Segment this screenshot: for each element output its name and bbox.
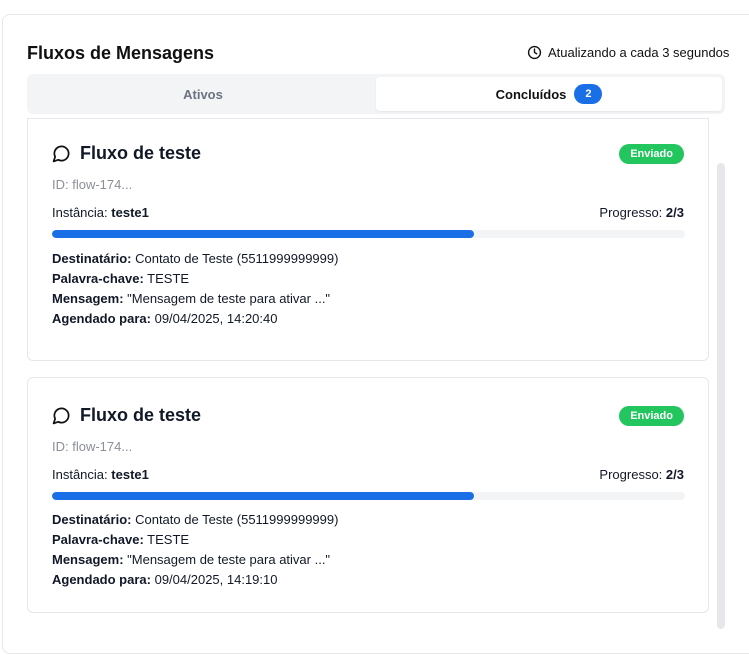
flow-card-header: Fluxo de teste Enviado (52, 405, 684, 426)
instance-value: teste1 (111, 205, 149, 220)
flow-details: Destinatário: Contato de Teste (55119999… (52, 249, 338, 329)
scheduled-label: Agendado para: (52, 572, 151, 587)
message-value: "Mensagem de teste para ativar ..." (127, 291, 331, 306)
instance-label: Instância: (52, 205, 108, 220)
flow-title: Fluxo de teste (52, 405, 201, 426)
tab-concluidos[interactable]: Concluídos 2 (376, 77, 722, 111)
keyword-label: Palavra-chave: (52, 271, 144, 286)
message-label: Mensagem: (52, 552, 124, 567)
flow-card-header: Fluxo de teste Enviado (52, 143, 684, 164)
instance-value: teste1 (111, 467, 149, 482)
instance-label: Instância: (52, 467, 108, 482)
progress-field: Progresso: 2/3 (599, 467, 684, 482)
recipient-label: Destinatário: (52, 251, 132, 266)
flow-title: Fluxo de teste (52, 143, 201, 164)
instance-progress-row: Instância: teste1 Progresso: 2/3 (52, 205, 684, 220)
refresh-text: Atualizando a cada 3 segundos (548, 45, 730, 60)
message-circle-icon (52, 407, 70, 425)
message-circle-icon (52, 145, 70, 163)
progress-label: Progresso: (599, 205, 663, 220)
flow-name: Fluxo de teste (80, 405, 202, 425)
instance-field: Instância: teste1 (52, 205, 149, 220)
progress-value: 2/3 (665, 205, 684, 220)
progress-label: Progresso: (599, 467, 663, 482)
flow-id: ID: flow-174... (52, 439, 133, 454)
message-line: Mensagem: "Mensagem de teste para ativar… (52, 550, 338, 570)
count-badge: 2 (574, 84, 603, 104)
message-label: Mensagem: (52, 291, 124, 306)
status-badge: Enviado (619, 143, 684, 164)
flow-list: Fluxo de teste Enviado ID: flow-174... I… (27, 118, 709, 628)
message-line: Mensagem: "Mensagem de teste para ativar… (52, 289, 338, 309)
flow-name: Fluxo de teste (80, 143, 202, 163)
scheduled-label: Agendado para: (52, 311, 151, 326)
flow-card: Fluxo de teste Enviado ID: flow-174... I… (27, 377, 709, 613)
keyword-line: Palavra-chave: TESTE (52, 269, 338, 289)
scheduled-value: 09/04/2025, 14:19:10 (154, 572, 278, 587)
tab-ativos[interactable]: Ativos (30, 77, 376, 111)
recipient-value: Contato de Teste (5511999999999) (135, 512, 339, 527)
flow-id: ID: flow-174... (52, 177, 133, 192)
progress-bar (52, 492, 685, 500)
progress-field: Progresso: 2/3 (599, 205, 684, 220)
clock-icon (527, 45, 542, 60)
instance-field: Instância: teste1 (52, 467, 149, 482)
progress-value: 2/3 (665, 467, 684, 482)
scrollbar[interactable] (717, 163, 725, 629)
page-title: Fluxos de Mensagens (27, 43, 215, 63)
tab-ativos-label: Ativos (183, 86, 223, 102)
recipient-label: Destinatário: (52, 512, 132, 527)
recipient-value: Contato de Teste (5511999999999) (135, 251, 339, 266)
recipient-line: Destinatário: Contato de Teste (55119999… (52, 249, 338, 269)
keyword-line: Palavra-chave: TESTE (52, 530, 338, 550)
instance-progress-row: Instância: teste1 Progresso: 2/3 (52, 467, 684, 482)
progress-fill (52, 492, 475, 500)
refresh-indicator: Atualizando a cada 3 segundos (527, 45, 729, 60)
scheduled-line: Agendado para: 09/04/2025, 14:20:40 (52, 309, 338, 329)
tab-concluidos-label: Concluídos (495, 86, 567, 102)
status-badge: Enviado (619, 405, 684, 426)
tabs: Ativos Concluídos 2 (27, 74, 725, 114)
keyword-label: Palavra-chave: (52, 532, 144, 547)
flow-details: Destinatário: Contato de Teste (55119999… (52, 510, 338, 590)
progress-bar (52, 230, 685, 238)
keyword-value: TESTE (147, 271, 190, 286)
progress-fill (52, 230, 475, 238)
flow-card: Fluxo de teste Enviado ID: flow-174... I… (27, 118, 709, 361)
keyword-value: TESTE (147, 532, 190, 547)
message-value: "Mensagem de teste para ativar ..." (127, 552, 331, 567)
scheduled-line: Agendado para: 09/04/2025, 14:19:10 (52, 570, 338, 590)
scheduled-value: 09/04/2025, 14:20:40 (154, 311, 278, 326)
recipient-line: Destinatário: Contato de Teste (55119999… (52, 510, 338, 530)
